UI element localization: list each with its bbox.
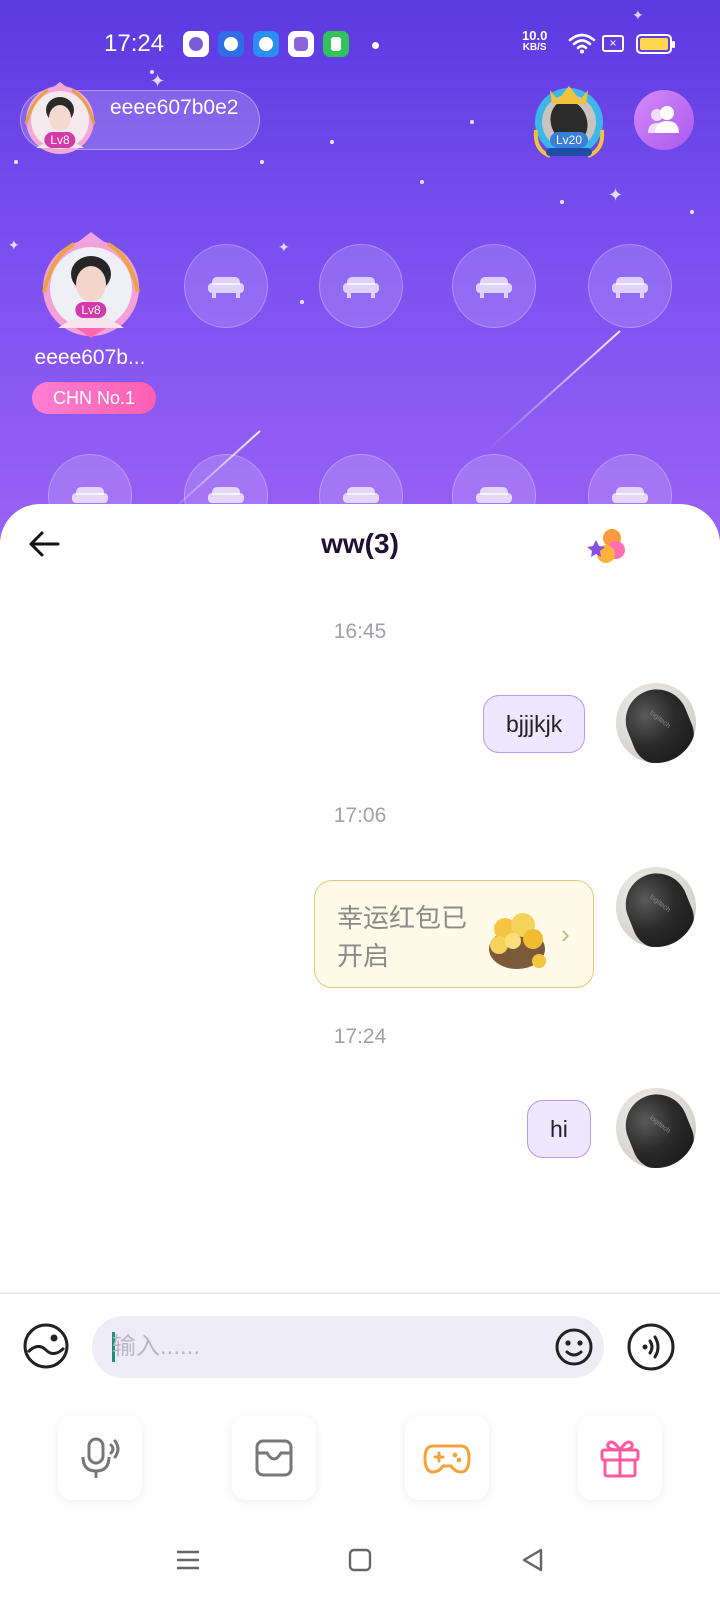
- star-decoration: [330, 140, 334, 144]
- chevron-right-icon: ›: [561, 919, 570, 949]
- message-input-box[interactable]: [92, 1316, 604, 1378]
- system-nav-bar: [0, 1516, 720, 1600]
- colorful-blobs-icon: [587, 529, 625, 563]
- red-packet-text: 幸运红包已开启: [337, 903, 468, 971]
- sparkle-decoration: ✦: [608, 185, 624, 205]
- sofa-icon: [476, 277, 512, 298]
- album-icon: [255, 1439, 293, 1477]
- sender-avatar[interactable]: [616, 1088, 696, 1168]
- mic-seat-2[interactable]: [184, 244, 268, 328]
- network-speed: 10.0 KB/S: [522, 28, 548, 54]
- online-users-button[interactable]: [634, 90, 694, 150]
- blue-dot-app-icon: [253, 31, 279, 57]
- voice-wave-icon: [627, 1323, 675, 1371]
- avatar-frame-icon: [42, 232, 140, 338]
- image-button[interactable]: [22, 1322, 70, 1370]
- sofa-icon: [208, 277, 244, 298]
- mouse-photo-icon: [616, 683, 696, 763]
- sparkle-decoration: ✦: [278, 239, 290, 255]
- battery-icon: [636, 34, 675, 54]
- input-divider: [0, 1292, 720, 1294]
- more-notifications-dot: [372, 42, 379, 49]
- crown-frame-icon: [533, 86, 605, 158]
- star-decoration: [420, 180, 424, 184]
- sofa-icon: [612, 277, 648, 298]
- host-level-badge: Lv8: [44, 132, 76, 148]
- star-decoration: [260, 160, 264, 164]
- mic-seat-3[interactable]: [319, 244, 403, 328]
- purple-app-icon: [288, 31, 314, 57]
- emoji-icon: [555, 1328, 593, 1366]
- host-avatar[interactable]: Lv8: [22, 80, 98, 158]
- sparkle-decoration: ✦: [8, 237, 20, 253]
- star-decoration: [300, 300, 304, 304]
- message-bubble[interactable]: hi: [527, 1100, 591, 1158]
- group-info-button[interactable]: [586, 526, 630, 566]
- star-decoration: [560, 200, 564, 204]
- home-icon: [348, 1548, 372, 1572]
- seat-level-badge: Lv8: [75, 302, 107, 318]
- status-bar: 17:24 10.0 KB/S ×: [0, 0, 720, 88]
- mic-seat-5[interactable]: [588, 244, 672, 328]
- message-time: 17:24: [333, 1025, 387, 1048]
- baidu-app-icon: [218, 31, 244, 57]
- meteor-decoration: [485, 330, 621, 453]
- gift-tool-button[interactable]: [578, 1416, 662, 1500]
- gift-icon: [600, 1440, 640, 1478]
- host-name: eeee607b0e2: [110, 96, 239, 119]
- seat-title-tag: CHN No.1: [32, 382, 156, 414]
- game-tool-button[interactable]: [405, 1416, 489, 1500]
- green-bag-app-icon: [323, 31, 349, 57]
- menu-nav-button[interactable]: [168, 1540, 208, 1580]
- users-icon: [648, 106, 679, 133]
- star-decoration: [470, 120, 474, 124]
- badge-level: Lv20: [549, 132, 589, 148]
- money-bag-icon: [489, 913, 546, 969]
- mouse-photo-icon: [616, 867, 696, 947]
- wifi-icon: [568, 33, 596, 54]
- sender-avatar[interactable]: [616, 683, 696, 763]
- menu-icon: [177, 1550, 199, 1570]
- message-bubble[interactable]: bjjjkjk: [483, 695, 586, 753]
- photo-app-icon: [183, 31, 209, 57]
- network-speed-value: 10.0: [522, 28, 548, 43]
- mic-icon: [81, 1437, 120, 1478]
- network-speed-unit: KB/S: [522, 42, 547, 53]
- back-nav-button[interactable]: [512, 1540, 552, 1580]
- game-controller-icon: [423, 1444, 471, 1474]
- album-tool-button[interactable]: [232, 1416, 316, 1500]
- no-sim-icon: ×: [602, 35, 624, 52]
- sofa-icon: [343, 277, 379, 298]
- home-nav-button[interactable]: [340, 1540, 380, 1580]
- sender-avatar[interactable]: [616, 867, 696, 947]
- message-time: 16:45: [333, 620, 387, 643]
- star-decoration: [14, 160, 18, 164]
- mic-tool-button[interactable]: [58, 1416, 142, 1500]
- ranking-badge[interactable]: Lv20: [530, 80, 608, 160]
- message-time: 17:06: [333, 804, 387, 827]
- back-icon: [522, 1548, 543, 1572]
- mic-seat-1[interactable]: Lv8: [38, 232, 144, 340]
- mouse-photo-icon: [616, 1088, 696, 1168]
- seat-user-name: eeee607b...: [34, 346, 146, 369]
- emoji-button[interactable]: [554, 1327, 594, 1367]
- star-decoration: [690, 210, 694, 214]
- red-packet-message[interactable]: 幸运红包已开启 ›: [314, 880, 594, 988]
- image-icon: [23, 1323, 69, 1369]
- voice-input-button[interactable]: [626, 1322, 676, 1372]
- status-time: 17:24: [104, 30, 165, 57]
- mic-seat-4[interactable]: [452, 244, 536, 328]
- message-input[interactable]: [112, 1316, 532, 1378]
